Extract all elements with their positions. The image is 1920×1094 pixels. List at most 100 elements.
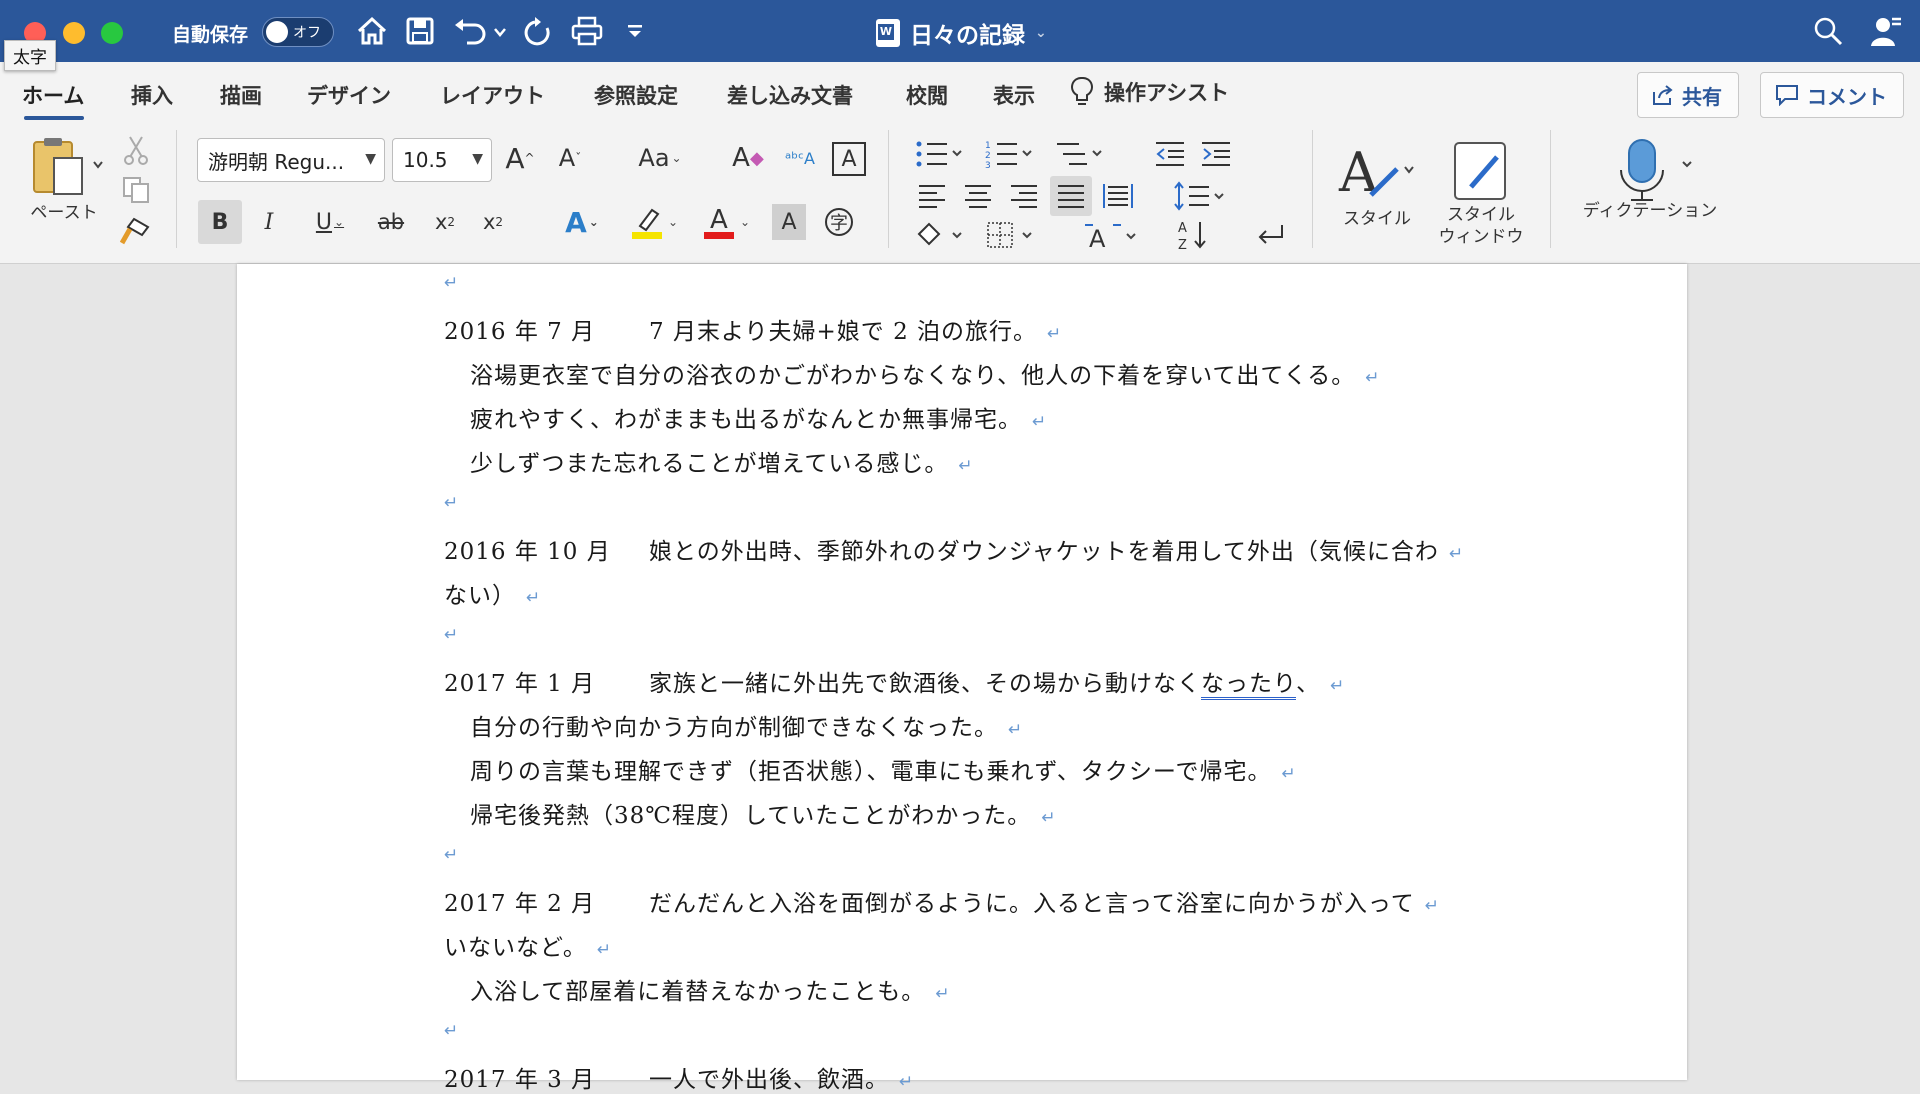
document-line[interactable]: 2017 年 1 月 家族と一緒に外出先で飲酒後、その場から動けなくなったり、 ↵ (444, 664, 1345, 700)
empty-paragraph[interactable]: ↵ (444, 488, 459, 514)
undo-icon[interactable] (450, 14, 510, 48)
document-line[interactable]: ない） ↵ (444, 576, 541, 610)
document-line[interactable]: 浴場更衣室で自分の浴衣のかごがわからなくなり、他人の下着を穿いて出てくる。 ↵ (470, 356, 1381, 390)
paragraph-mark-icon: ↵ (899, 1072, 915, 1092)
empty-paragraph[interactable]: ↵ (444, 268, 459, 294)
print-icon[interactable] (568, 14, 606, 48)
change-case-button[interactable]: Aa ⌄ (626, 140, 694, 176)
document-line[interactable]: 周りの言葉も理解できず（拒否状態）、電車にも乗れず、タクシーで帰宅。 ↵ (470, 752, 1297, 786)
show-formatting-marks-icon[interactable] (1250, 218, 1290, 252)
styles-gallery-icon[interactable]: A (1336, 136, 1426, 212)
autosave-toggle[interactable]: オフ (262, 17, 334, 47)
document-line[interactable]: 2016 年 10 月 娘との外出時、季節外れのダウンジャケットを着用して外出（気… (444, 532, 1464, 566)
line-text: 帰宅後発熱（38℃程度）していたことがわかった。 (470, 803, 1032, 829)
paragraph-mark-icon: ↵ (935, 984, 951, 1004)
phonetic-guide-icon[interactable]: ᵃᵇᶜA (780, 140, 820, 176)
document-line[interactable]: 2016 年 7 月 7 月末より夫婦+娘で 2 泊の旅行。 ↵ (444, 312, 1062, 346)
document-line[interactable]: 2017 年 2 月 だんだんと入浴を面倒がるように。入ると言って浴室に向かうが入… (444, 884, 1440, 918)
numbering-icon[interactable]: 123 (982, 136, 1038, 172)
tab-references[interactable]: 参照設定 (594, 80, 678, 110)
increase-indent-icon[interactable] (1196, 136, 1236, 172)
customize-toolbar-icon[interactable] (622, 14, 648, 48)
justify-icon[interactable] (1050, 176, 1092, 216)
document-line[interactable]: 2017 年 3 月 一人で外出後、飲酒。 ↵ (444, 1060, 914, 1094)
tab-home[interactable]: ホーム (22, 80, 85, 120)
text-effects-icon[interactable]: A ⌄ (550, 200, 614, 244)
spelling-underline-text[interactable]: なったり (1201, 671, 1297, 700)
subscript-icon[interactable]: x2 (428, 200, 462, 244)
tab-insert[interactable]: 挿入 (131, 80, 173, 110)
enclose-characters-icon[interactable]: 字 (820, 200, 858, 244)
copy-icon[interactable] (120, 174, 152, 206)
align-right-icon[interactable] (1006, 178, 1042, 214)
underline-button[interactable]: U ⌄ (300, 200, 360, 244)
tab-view[interactable]: 表示 (993, 80, 1035, 110)
line-spacing-icon[interactable] (1170, 178, 1232, 214)
home-icon[interactable] (354, 14, 390, 48)
document-line[interactable]: 帰宅後発熱（38℃程度）していたことがわかった。 ↵ (470, 796, 1057, 830)
sort-icon[interactable]: AZ (1172, 216, 1214, 254)
decrease-indent-icon[interactable] (1150, 136, 1190, 172)
document-page[interactable]: ↵ 2016 年 7 月7 月末より夫婦+娘で 2 泊の旅行。 ↵ 浴場更衣室で自分の… (237, 264, 1687, 1093)
font-color-icon[interactable]: A ⌄ (694, 200, 758, 244)
empty-paragraph[interactable]: ↵ (444, 1016, 459, 1042)
document-line[interactable]: 入浴して部屋着に着替えなかったことも。 ↵ (470, 972, 951, 1006)
document-title[interactable]: 日々の記録 ⌄ (876, 16, 1047, 50)
save-icon[interactable] (403, 14, 437, 48)
asian-layout-icon[interactable]: A (1080, 216, 1142, 254)
clear-formatting-icon[interactable]: A ◆ (728, 140, 768, 176)
tell-me-label: 操作アシスト (1104, 81, 1230, 105)
align-center-icon[interactable] (960, 178, 996, 214)
minimize-window-button[interactable] (63, 22, 85, 44)
font-name-select[interactable]: 游明朝 Regu... ▼ (197, 138, 385, 182)
character-border-icon[interactable]: A (832, 142, 866, 176)
comments-button[interactable]: コメント (1760, 72, 1904, 118)
strike-label: ab (377, 210, 405, 234)
bold-button[interactable]: B (198, 200, 242, 244)
microphone-icon[interactable] (1606, 134, 1702, 208)
font-size-select[interactable]: 10.5 ▼ (392, 138, 492, 182)
shrink-font-icon[interactable]: Aˇ (552, 140, 588, 176)
superscript-icon[interactable]: x2 (476, 200, 510, 244)
document-line[interactable]: 少しずつまた忘れることが増えている感じ。 ↵ (470, 444, 974, 478)
distributed-icon[interactable] (1098, 178, 1138, 214)
empty-paragraph[interactable]: ↵ (444, 620, 459, 646)
chevron-down-icon: ▼ (365, 151, 376, 167)
search-icon[interactable] (1810, 14, 1846, 48)
tab-draw[interactable]: 描画 (220, 80, 262, 110)
tooltip: 太字 (4, 40, 56, 71)
tab-review[interactable]: 校閲 (906, 80, 948, 110)
multilevel-list-icon[interactable] (1052, 136, 1108, 172)
cut-icon[interactable] (120, 134, 152, 166)
tab-design[interactable]: デザイン (307, 80, 391, 110)
tab-mailings[interactable]: 差し込み文書 (727, 80, 853, 110)
align-left-icon[interactable] (914, 178, 950, 214)
paragraph-mark-icon: ↵ (444, 273, 460, 293)
document-line[interactable]: いないなど。 ↵ (444, 928, 612, 962)
entry-date: 2017 年 2 月 (444, 891, 596, 917)
document-line[interactable]: 疲れやすく、わがままも出るがなんとか無事帰宅。 ↵ (470, 400, 1047, 434)
italic-button[interactable]: I (252, 200, 286, 244)
share-button[interactable]: 共有 (1637, 72, 1739, 118)
strikethrough-button[interactable]: ab (374, 200, 408, 244)
tab-layout[interactable]: レイアウト (440, 80, 545, 110)
document-line[interactable]: 自分の行動や向かう方向が制御できなくなった。 ↵ (470, 708, 1023, 742)
svg-text:1: 1 (985, 141, 991, 151)
character-shading-icon[interactable]: A (772, 204, 806, 240)
grow-font-icon[interactable]: A ^ (502, 140, 538, 176)
tell-me[interactable]: 操作アシスト (1070, 76, 1229, 108)
paste-button[interactable] (26, 134, 106, 200)
format-painter-icon[interactable] (118, 214, 154, 248)
empty-paragraph[interactable]: ↵ (444, 840, 459, 866)
account-icon[interactable] (1868, 14, 1904, 48)
line-text: だんだんと入浴を面倒がるように。入ると言って浴室に向かうが入って (649, 891, 1415, 917)
bullets-icon[interactable] (912, 136, 968, 172)
borders-icon[interactable] (982, 216, 1038, 254)
styles-pane-icon[interactable] (1448, 136, 1514, 206)
zoom-window-button[interactable] (101, 22, 123, 44)
svg-text:Z: Z (1178, 238, 1187, 252)
highlight-color-icon[interactable]: ⌄ (622, 200, 686, 244)
redo-icon[interactable] (520, 14, 556, 48)
shading-icon[interactable] (912, 216, 968, 254)
styles-pane-label: スタイル ウィンドウ (1438, 205, 1524, 247)
